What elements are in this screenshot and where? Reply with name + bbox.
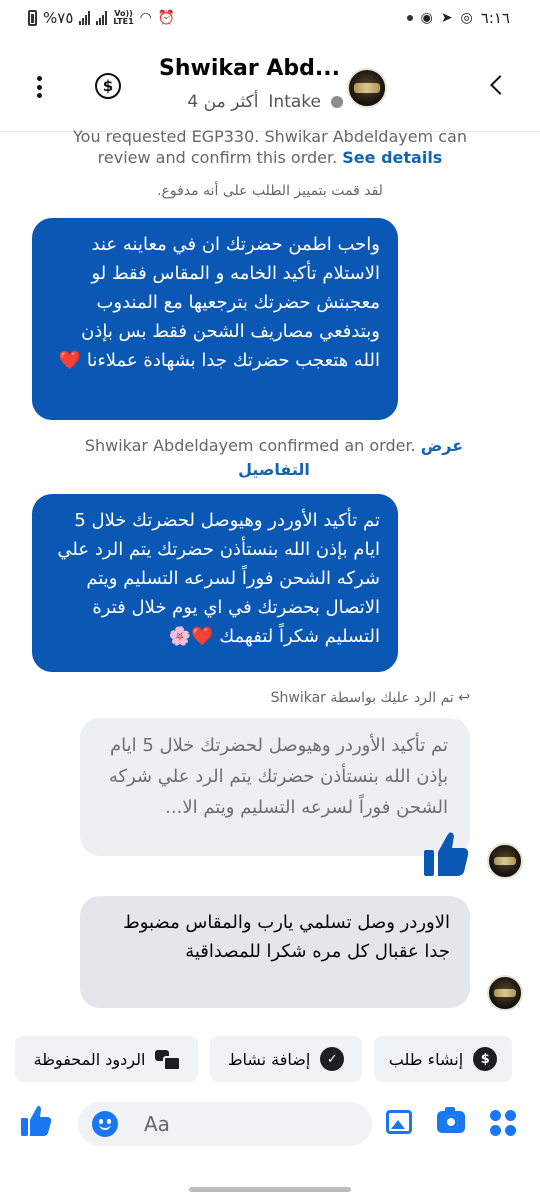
chat-header: $ Shwikar Abd... أكثر من 4 Intake — [0, 40, 540, 132]
clock-time: ٦:١٦ — [480, 9, 510, 27]
status-left: %٧٥ Vo)) LTE1 ◠ ⏰ — [28, 9, 175, 27]
notification-dot-icon — [406, 15, 413, 21]
thumbs-up-icon[interactable] — [422, 828, 470, 880]
battery-level: %٧٥ — [43, 9, 74, 27]
contact-name[interactable]: Shwikar Abd... — [159, 56, 340, 81]
payment-dollar-icon[interactable]: $ — [95, 73, 121, 99]
see-details-link[interactable]: See details — [342, 148, 442, 167]
chip-label: إضافة نشاط — [227, 1049, 311, 1069]
message-text: واحب اطمن حضرتك ان في معاينه عند الاستلا… — [81, 234, 380, 371]
message-text: تم تأكيد الأوردر وهيوصل لحضرتك خلال 5 اي… — [57, 510, 380, 647]
back-arrow-icon[interactable] — [488, 74, 504, 96]
sent-message-bubble[interactable]: واحب اطمن حضرتك ان في معاينه عند الاستلا… — [32, 218, 398, 420]
received-message-bubble[interactable]: الاوردر وصل تسلمي يارب والمقاس مضبوط جدا… — [80, 896, 470, 1008]
more-apps-icon[interactable] — [490, 1110, 516, 1136]
quoted-message[interactable]: تم تأكيد الأوردر وهيوصل لحضرتك خلال 5 اي… — [80, 718, 470, 856]
heart-flower-emoji: ❤️🌸 — [168, 626, 214, 647]
saved-replies-button[interactable]: الردود المحفوظة — [15, 1036, 198, 1082]
heart-emoji: ❤️ — [58, 350, 82, 371]
sent-message-bubble[interactable]: تم تأكيد الأوردر وهيوصل لحضرتك خلال 5 اي… — [32, 494, 398, 672]
contact-avatar-small — [487, 843, 523, 879]
create-order-button[interactable]: $ إنشاء طلب — [374, 1036, 512, 1082]
like-icon[interactable] — [20, 1104, 52, 1138]
contact-avatar[interactable] — [347, 68, 387, 108]
status-right: ◉ ➤ ◎ ٦:١٦ — [406, 9, 510, 27]
home-indicator[interactable] — [189, 1187, 351, 1192]
chip-label: الردود المحفوظة — [33, 1049, 146, 1069]
message-input-container[interactable] — [78, 1102, 372, 1146]
subtitle-count: أكثر من 4 — [187, 92, 259, 112]
dollar-circle-icon: $ — [473, 1047, 498, 1071]
telegram-icon: ➤ — [440, 10, 453, 26]
lte-indicator: Vo)) LTE1 — [113, 9, 134, 26]
add-activity-button[interactable]: ✓ إضافة نشاط — [210, 1036, 362, 1082]
status-bar: %٧٥ Vo)) LTE1 ◠ ⏰ ◉ ➤ ◎ ٦:١٦ — [0, 0, 540, 40]
contact-avatar-small — [487, 975, 523, 1011]
reply-label-text: تم الرد عليك بواسطة Shwikar — [270, 690, 454, 706]
wifi-icon: ◠ — [139, 10, 152, 26]
order-confirmed-text: Shwikar Abdeldayem confirmed an order. — [84, 436, 416, 455]
reply-label: ↩ تم الرد عليك بواسطة Shwikar — [271, 690, 470, 706]
reply-arrow-icon: ↩ — [458, 690, 470, 706]
alarm-icon: ⏰ — [157, 10, 176, 26]
contact-subtitle[interactable]: أكثر من 4 Intake — [187, 92, 343, 112]
more-options-icon[interactable] — [26, 74, 52, 100]
chat-bubbles-icon — [155, 1048, 182, 1071]
data-saver-icon: ◎ — [460, 10, 473, 26]
check-circle-icon: ✓ — [320, 1047, 345, 1071]
camera-icon[interactable] — [437, 1107, 465, 1133]
marked-paid-notice: لقد قمت بتمييز الطلب على أنه مدفوع. — [157, 183, 383, 199]
signal-icon — [79, 11, 91, 25]
message-composer — [0, 1094, 540, 1154]
payment-request-notice: You requested EGP330. Shwikar Abdeldayem… — [70, 126, 470, 168]
chip-label: إنشاء طلب — [388, 1049, 464, 1069]
status-dot-icon — [331, 96, 343, 108]
message-input[interactable] — [144, 1102, 364, 1146]
messenger-icon: ◉ — [420, 10, 433, 26]
order-confirmed-notice: Shwikar Abdeldayem confirmed an order. ع… — [84, 434, 464, 482]
emoji-icon[interactable] — [92, 1111, 118, 1137]
gallery-icon[interactable] — [386, 1110, 412, 1134]
signal-2-icon — [96, 11, 108, 25]
subtitle-status: Intake — [268, 92, 321, 112]
battery-icon — [28, 10, 37, 26]
